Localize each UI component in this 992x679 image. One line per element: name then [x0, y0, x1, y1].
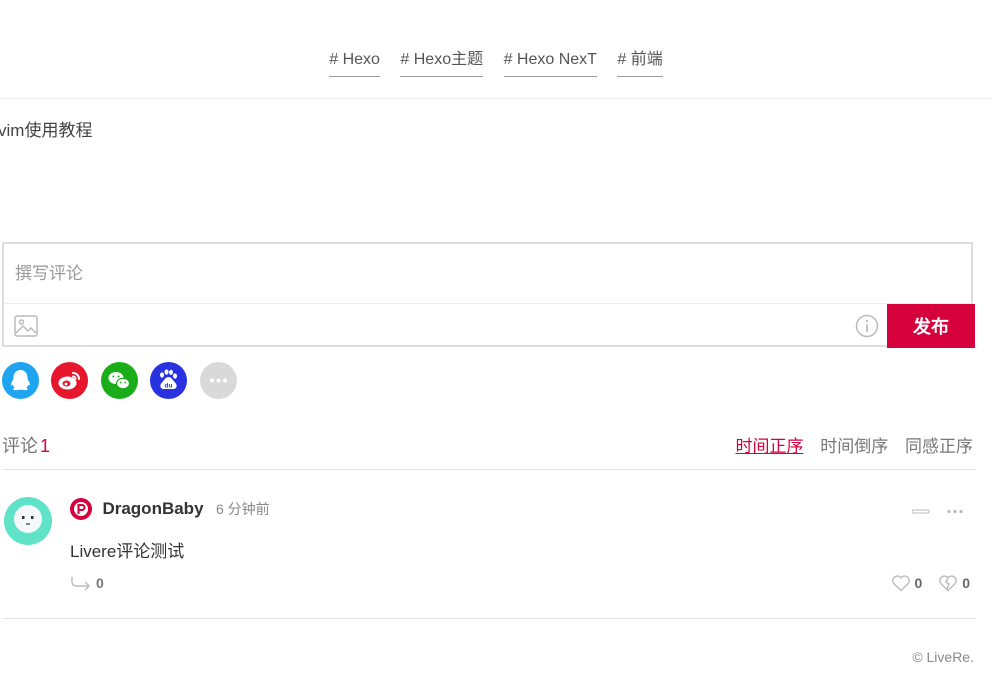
- sort-options: 时间正序 时间倒序 同感正序: [724, 432, 973, 457]
- tag-link[interactable]: # Hexo NexT: [503, 50, 597, 77]
- tag-list: # Hexo # Hexo主题 # Hexo NexT # 前端: [0, 50, 992, 77]
- comment-editor: 发布: [2, 242, 975, 348]
- social-login-list: du: [2, 362, 245, 399]
- comment-input[interactable]: [4, 244, 971, 303]
- submit-button[interactable]: 发布: [887, 304, 975, 348]
- comment-author[interactable]: DragonBaby: [102, 499, 203, 518]
- comments-count: 1: [40, 436, 51, 456]
- sort-newest[interactable]: 时间倒序: [820, 437, 888, 456]
- comment-actions: [911, 504, 972, 522]
- broken-heart-icon: [939, 575, 958, 592]
- comments-label: 评论: [2, 436, 38, 456]
- sort-oldest[interactable]: 时间正序: [736, 437, 804, 456]
- like-button[interactable]: 0: [891, 574, 923, 592]
- comment-time: 6 分钟前: [215, 501, 270, 517]
- post-nav-link[interactable]: vim使用教程: [0, 116, 92, 141]
- more-icon[interactable]: [199, 362, 237, 399]
- reply-icon: [71, 577, 90, 591]
- comment-meta: DragonBaby 6 分钟前: [70, 498, 270, 520]
- collapse-icon[interactable]: [911, 509, 930, 514]
- wechat-icon[interactable]: [100, 362, 138, 399]
- tag-link[interactable]: # 前端: [617, 50, 663, 77]
- vote-buttons: 0 0: [879, 574, 970, 592]
- like-count: 0: [914, 575, 923, 592]
- image-upload-icon[interactable]: [14, 315, 38, 337]
- dislike-button[interactable]: 0: [938, 574, 970, 592]
- dislike-count: 0: [962, 575, 970, 592]
- livere-brand[interactable]: © LiveRe.: [912, 649, 974, 665]
- divider: [2, 618, 976, 619]
- reply-button[interactable]: 0: [70, 574, 104, 591]
- comment-item: DragonBaby 6 分钟前 Livere评论测试 0 0 0: [2, 470, 976, 618]
- editor-toolbar: 发布: [4, 303, 975, 348]
- livere-badge-icon: [70, 498, 92, 520]
- divider: [0, 98, 992, 99]
- reply-count: 0: [96, 575, 104, 592]
- tag-link[interactable]: # Hexo: [329, 50, 380, 77]
- comments-header: 评论 1 时间正序 时间倒序 同感正序: [2, 432, 973, 458]
- more-options-icon[interactable]: [947, 509, 963, 514]
- tag-link[interactable]: # Hexo主题: [400, 50, 484, 77]
- svg-text:du: du: [165, 383, 173, 390]
- comment-text: Livere评论测试: [70, 542, 185, 561]
- info-icon[interactable]: [855, 314, 879, 338]
- weibo-icon[interactable]: [51, 362, 89, 399]
- avatar[interactable]: [4, 497, 52, 545]
- qq-icon[interactable]: [2, 362, 39, 399]
- sort-popular[interactable]: 同感正序: [905, 437, 973, 456]
- heart-icon: [891, 575, 910, 592]
- baidu-icon[interactable]: du: [150, 362, 188, 399]
